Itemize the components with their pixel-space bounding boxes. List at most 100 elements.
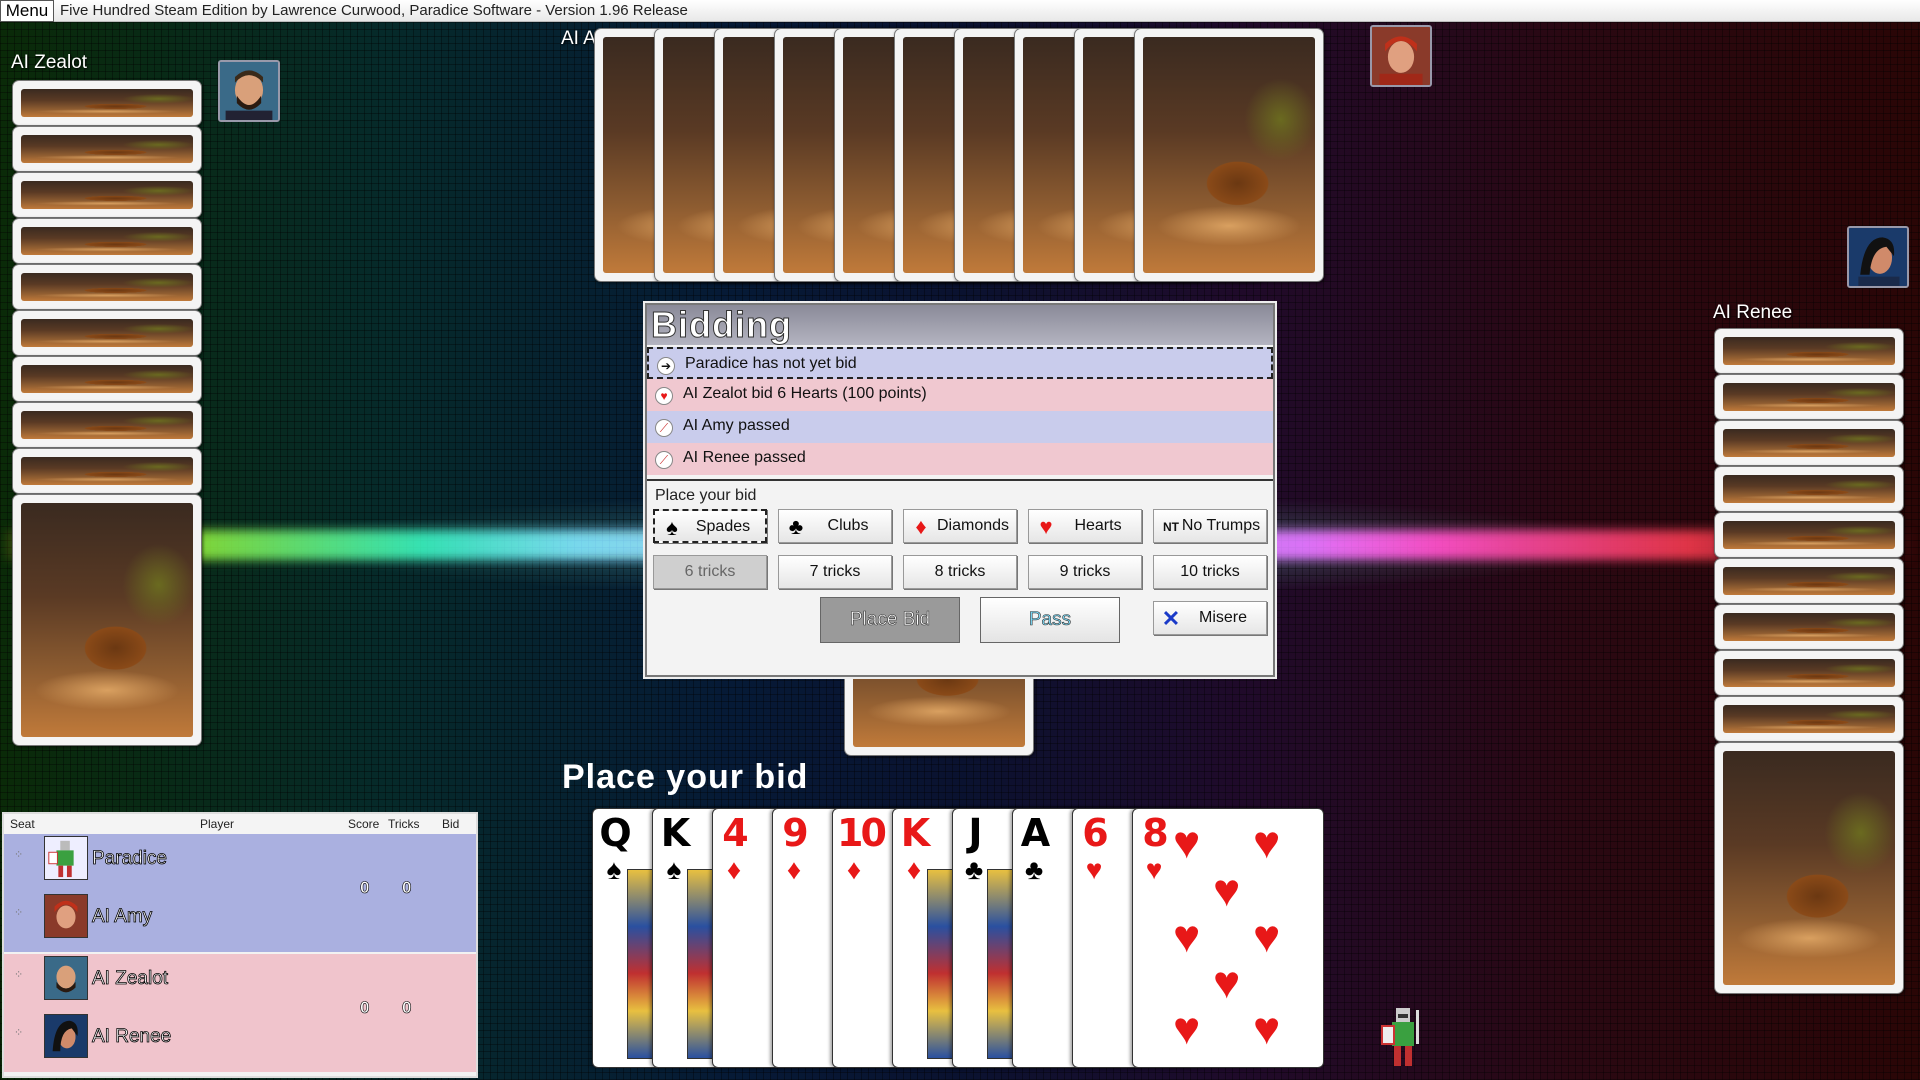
heart-pip: ♥ [1253, 816, 1281, 868]
player-name-left: AI Zealot [11, 52, 88, 73]
avatar-ai-zealot [44, 956, 88, 1000]
scoreboard-header: Seat Player Score Tricks Bid [4, 814, 476, 834]
scoreboard-player: AI Amy [42, 894, 342, 940]
bid-log-row: ⟋ AI Amy passed [647, 411, 1273, 443]
bid-log-row: ⟋ AI Renee passed [647, 443, 1273, 475]
tricks-10-button[interactable]: 10 tricks [1153, 555, 1267, 589]
heart-pip: ♥ [1213, 956, 1241, 1008]
card-back [1714, 512, 1904, 558]
bidding-title: Bidding [647, 304, 1273, 345]
knight-avatar-icon [1376, 1006, 1430, 1072]
header-seat: Seat [10, 817, 35, 831]
header-tricks: Tricks [388, 817, 420, 831]
place-bid-prompt: Place your bid [562, 758, 809, 796]
bidding-dialog: Bidding ➔ Paradice has not yet bid ♥ AI … [645, 303, 1275, 677]
heart-pip: ♥ [1173, 910, 1201, 962]
header-player: Player [200, 817, 235, 831]
card-back [12, 172, 202, 218]
tricks-8-button[interactable]: 8 tricks [903, 555, 1017, 589]
card-back [12, 218, 202, 264]
bid-log-text: AI Amy passed [683, 417, 790, 434]
seat-icon: ⁘ [14, 1027, 24, 1039]
team1-tricks: 0 [402, 878, 412, 898]
bid-log: ➔ Paradice has not yet bid ♥ AI Zealot b… [647, 347, 1273, 475]
hearts-button[interactable]: ♥ Hearts [1028, 509, 1142, 543]
card-back [12, 494, 202, 746]
card-back [1134, 28, 1324, 282]
clubs-button[interactable]: ♣ Clubs [778, 509, 892, 543]
card-back [12, 402, 202, 448]
heart-pip: ♥ [1253, 910, 1281, 962]
card-back [1714, 328, 1904, 374]
card-back [1714, 420, 1904, 466]
menu-button[interactable]: Menu [0, 0, 54, 22]
card-back [12, 126, 202, 172]
heart-icon: ♥ [655, 387, 673, 405]
team2-score: 0 [360, 998, 370, 1018]
no-trumps-icon: NT [1163, 520, 1179, 534]
scoreboard-player: AI Renee [42, 1014, 342, 1060]
tricks-7-button[interactable]: 7 tricks [778, 555, 892, 589]
avatar-ai-amy [44, 894, 88, 938]
scoreboard: Seat Player Score Tricks Bid ⁘ Paradice … [2, 812, 478, 1078]
title-bar: Menu Five Hundred Steam Edition by Lawre… [0, 0, 1920, 22]
knight-avatar-icon [44, 836, 88, 880]
misere-button[interactable]: ✕ Misere [1153, 601, 1267, 635]
header-score: Score [348, 817, 380, 831]
team1-score: 0 [360, 878, 370, 898]
avatar-ai-renee [44, 1014, 88, 1058]
card-back [12, 356, 202, 402]
diamonds-button[interactable]: ♦ Diamonds [903, 509, 1017, 543]
card-back [1714, 742, 1904, 994]
avatar-ai-amy [1370, 25, 1432, 87]
player-name-right: AI Renee [1713, 302, 1793, 323]
card-back [1714, 466, 1904, 512]
hand-card[interactable]: 8 ♥ ♥ ♥ ♥ ♥ ♥ ♥ ♥ ♥ [1132, 808, 1324, 1068]
heart-pip: ♥ [1213, 864, 1241, 916]
team-row-1: ⁘ Paradice ⁘ AI Amy 0 0 [4, 834, 476, 952]
card-back [1714, 696, 1904, 742]
card-back [1714, 558, 1904, 604]
tricks-9-button[interactable]: 9 tricks [1028, 555, 1142, 589]
scoreboard-player: AI Zealot [42, 956, 342, 1002]
tricks-6-button[interactable]: 6 tricks [653, 555, 767, 589]
team2-tricks: 0 [402, 998, 412, 1018]
card-back [12, 448, 202, 494]
card-back [1714, 604, 1904, 650]
arrow-right-icon: ➔ [657, 357, 675, 375]
spade-icon: ♠ [666, 515, 678, 540]
seat-icon: ⁘ [14, 907, 24, 919]
window-title: Five Hundred Steam Edition by Lawrence C… [60, 2, 688, 19]
heart-pip: ♥ [1253, 1002, 1281, 1054]
seat-icon: ⁘ [14, 969, 24, 981]
bid-log-row: ➔ Paradice has not yet bid [647, 347, 1273, 379]
close-icon: ✕ [1161, 606, 1181, 631]
avatar-ai-renee [1847, 226, 1909, 288]
seat-icon: ⁘ [14, 849, 24, 861]
heart-icon: ♥ [1039, 514, 1053, 539]
diamond-icon: ♦ [915, 514, 927, 539]
place-bid-button[interactable]: Place Bid [820, 597, 960, 643]
bid-prompt: Place your bid [655, 487, 757, 504]
bid-log-text: AI Renee passed [683, 449, 806, 466]
pass-icon: ⟋ [655, 451, 673, 469]
pass-button[interactable]: Pass [980, 597, 1120, 643]
header-bid: Bid [442, 817, 460, 831]
card-back [12, 80, 202, 126]
no-trumps-button[interactable]: NT No Trumps [1153, 509, 1267, 543]
heart-pip: ♥ [1173, 1002, 1201, 1054]
club-icon: ♣ [788, 514, 804, 539]
pass-icon: ⟋ [655, 419, 673, 437]
card-back [12, 310, 202, 356]
team-row-2: ⁘ AI Zealot ⁘ AI Renee 0 0 [4, 954, 476, 1072]
spades-button[interactable]: ♠ Spades [653, 509, 767, 543]
heart-pip: ♥ [1173, 816, 1201, 868]
bid-log-text: AI Zealot bid 6 Hearts (100 points) [683, 385, 927, 402]
avatar-ai-zealot [218, 60, 280, 122]
card-back [1714, 374, 1904, 420]
bid-log-row: ♥ AI Zealot bid 6 Hearts (100 points) [647, 379, 1273, 411]
scoreboard-player: Paradice [42, 836, 342, 882]
bid-log-text: Paradice has not yet bid [685, 355, 857, 372]
card-back [1714, 650, 1904, 696]
card-back [12, 264, 202, 310]
